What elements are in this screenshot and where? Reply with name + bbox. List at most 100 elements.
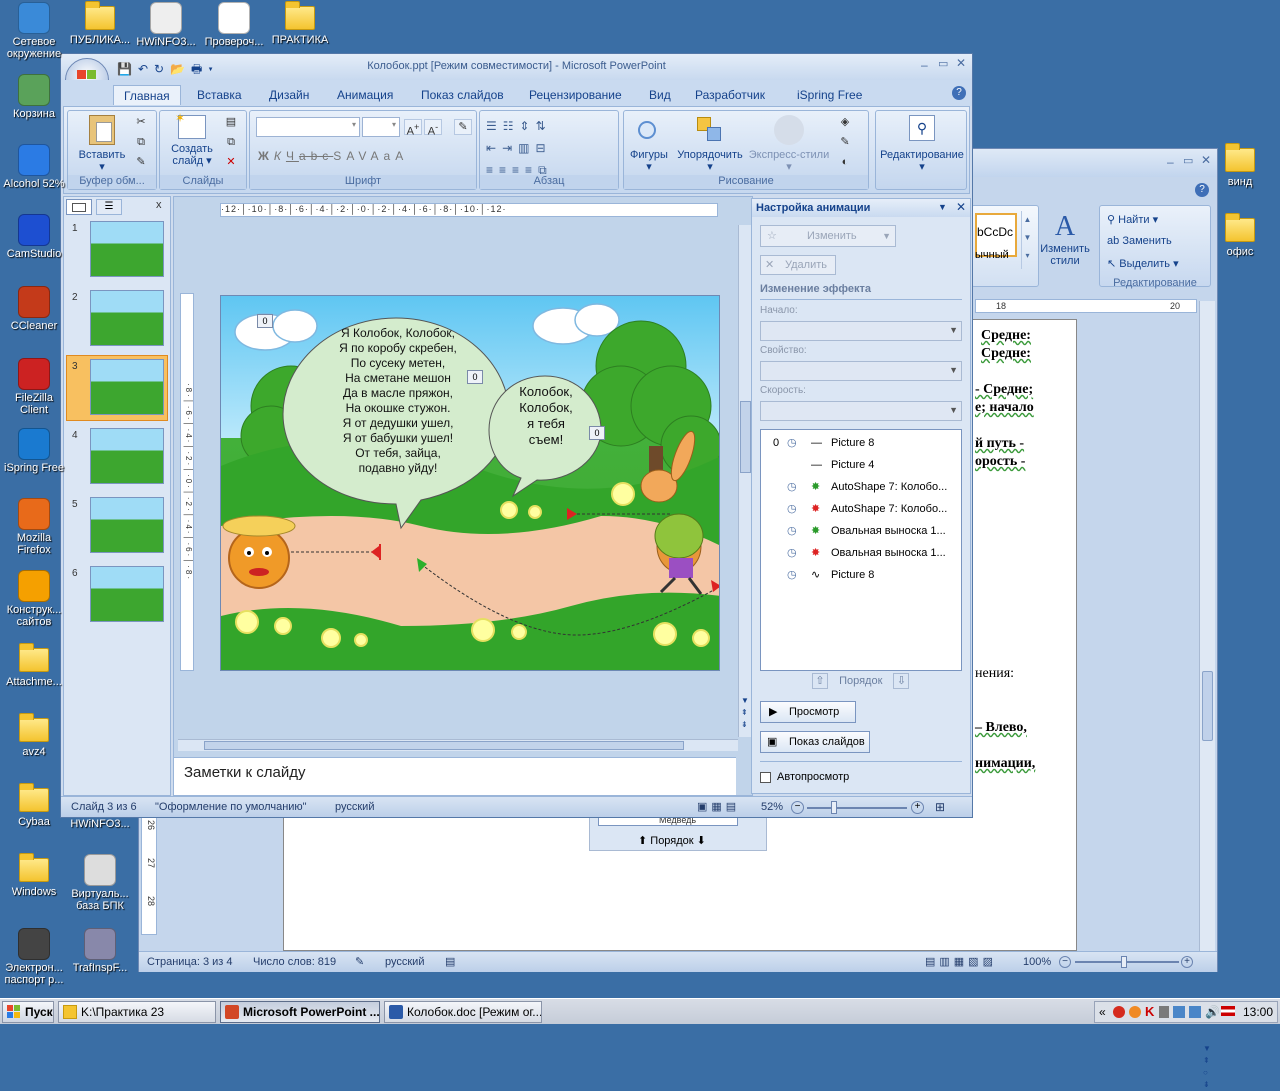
font-size-combo[interactable]: ▾	[362, 117, 400, 137]
slide-thumbnail[interactable]	[90, 359, 164, 415]
tab-7[interactable]: Разработчик	[685, 85, 775, 105]
tab-1[interactable]: Вставка	[187, 85, 252, 105]
animation-tag[interactable]: 0	[467, 370, 483, 384]
numbering-icon[interactable]: ☷	[503, 119, 520, 133]
change-styles-button[interactable]: A Изменить стили	[1039, 211, 1091, 267]
spacing-icon[interactable]: AV	[346, 149, 370, 163]
shrink-font-icon[interactable]: A-	[424, 119, 442, 138]
taskbar-explorer[interactable]: K:\Практика 23	[58, 1001, 216, 1023]
close-icon[interactable]: ✕	[1201, 153, 1211, 167]
line-spacing-icon[interactable]: ⇕	[520, 119, 536, 133]
tab-2[interactable]: Дизайн	[259, 85, 319, 105]
layout-icon[interactable]: ▤	[222, 115, 240, 131]
animation-item[interactable]: 0 ◷ — Picture 8	[767, 432, 957, 454]
move-up-icon[interactable]: ⇧	[812, 673, 828, 689]
animation-item[interactable]: ◷ ✸ AutoShape 7: Колобо...	[767, 476, 957, 498]
animation-list[interactable]: 0 ◷ — Picture 8 — Picture 4 ◷ ✸ AutoShape 7: Кол…	[760, 429, 962, 671]
desktop-icon[interactable]: Провероч...	[200, 2, 268, 48]
slide-thumbnail[interactable]	[90, 428, 164, 484]
tab-4[interactable]: Показ слайдов	[411, 85, 514, 105]
slideshow-button[interactable]: ▣ Показ слайдов	[760, 731, 870, 753]
preview-button[interactable]: ▶ Просмотр	[760, 701, 856, 723]
animation-tag[interactable]: 0	[589, 426, 605, 440]
tray-usb-icon[interactable]	[1159, 1006, 1169, 1018]
case-icon[interactable]: Aa	[371, 149, 396, 163]
text-direction-icon[interactable]: ⇅	[536, 119, 552, 133]
word-lang-status[interactable]: русский	[385, 952, 424, 972]
tray-flag-icon[interactable]	[1221, 1006, 1235, 1016]
new-slide-button[interactable]: ✶ Создать слайд ▾	[162, 112, 222, 167]
zoom-level[interactable]: 52%	[761, 798, 783, 816]
font-color-icon[interactable]: A	[395, 149, 408, 163]
desktop-icon[interactable]: Сетевое окружение	[0, 2, 68, 60]
close-icon[interactable]: ✕	[956, 56, 966, 70]
outline-icon[interactable]: ✎	[836, 135, 854, 151]
font-name-combo[interactable]: ▾	[256, 117, 360, 137]
desktop-icon[interactable]: CCleaner	[0, 286, 68, 332]
bold-icon[interactable]: Ж	[258, 149, 274, 163]
slide-thumbnail[interactable]	[90, 566, 164, 622]
desktop-icon[interactable]: Корзина	[0, 74, 68, 120]
shadow-icon[interactable]: S	[333, 149, 346, 163]
zoom-thumb[interactable]	[831, 801, 837, 814]
change-effect-button[interactable]: ☆ Изменить ▼	[760, 225, 896, 247]
italic-icon[interactable]: К	[274, 149, 286, 163]
tab-3[interactable]: Анимация	[327, 85, 403, 105]
slide-thumbnail[interactable]	[90, 497, 164, 553]
copy-icon[interactable]: ⧉	[132, 135, 150, 151]
animation-item[interactable]: ◷ ✸ Овальная выноска 1...	[767, 520, 957, 542]
theme-name[interactable]: "Оформление по умолчанию"	[155, 798, 307, 816]
paste-button[interactable]: Вставить ▾	[72, 115, 132, 173]
decrease-indent-icon[interactable]: ⇤	[486, 141, 502, 155]
clock[interactable]: 13:00	[1243, 1005, 1273, 1019]
increase-indent-icon[interactable]: ⇥	[502, 141, 518, 155]
move-down-icon[interactable]: ⇩	[893, 673, 910, 689]
desktop-icon[interactable]: avz4	[0, 713, 68, 758]
quick-styles-button[interactable]: Экспресс-стили ▾	[748, 115, 830, 173]
tab-5[interactable]: Рецензирование	[519, 85, 632, 105]
tray-volume-icon[interactable]: 🔊	[1205, 1005, 1220, 1019]
font-format-buttons[interactable]: ЖКЧabcSAVAaA	[258, 149, 408, 163]
animation-item[interactable]: ◷ ✸ AutoShape 7: Колобо...	[767, 498, 957, 520]
taskbar-word[interactable]: Колобок.doc [Режим ог...	[384, 1001, 542, 1023]
animation-item[interactable]: — Picture 4	[767, 454, 957, 476]
word-count-status[interactable]: Число слов: 819	[253, 952, 336, 972]
tray-expand-icon[interactable]: «	[1099, 1005, 1106, 1019]
reset-icon[interactable]: ⧉	[222, 135, 240, 151]
word-page-status[interactable]: Страница: 3 из 4	[147, 952, 233, 972]
animation-tag[interactable]: 0	[257, 314, 273, 328]
zoom-thumb[interactable]	[1121, 956, 1127, 968]
slide-editor[interactable]: ·12·│·10·│·8·│·6·│·4·│·2·│·0·│·2·│·4·│·6…	[173, 196, 753, 796]
tab-0[interactable]: Главная	[113, 85, 181, 105]
desktop-icon[interactable]: Attachme...	[0, 643, 68, 688]
format-painter-icon[interactable]: ✎	[132, 155, 150, 171]
align-text-icon[interactable]: ⊟	[535, 141, 551, 155]
desktop-icon[interactable]: Alcohol 52%	[0, 144, 68, 190]
zoom-in-icon[interactable]: +	[1181, 956, 1193, 968]
taskbar-powerpoint[interactable]: Microsoft PowerPoint ...	[220, 1001, 380, 1023]
desktop-icon[interactable]: HWiNFO3...	[66, 818, 134, 830]
desktop-icon[interactable]: Конструк... сайтов	[0, 570, 68, 628]
language-status[interactable]: русский	[335, 798, 374, 816]
macro-icon[interactable]: ▤	[445, 952, 455, 972]
pane-menu-icon[interactable]: ▼	[938, 202, 947, 212]
maximize-icon[interactable]: ▭	[1183, 154, 1193, 167]
minimize-icon[interactable]: ‒	[1167, 155, 1174, 169]
animation-item[interactable]: ◷ ✸ Овальная выноска 1...	[767, 542, 957, 564]
grow-font-icon[interactable]: A+	[404, 119, 422, 138]
property-dropdown[interactable]	[760, 361, 962, 381]
start-button[interactable]: Пуск	[2, 1001, 54, 1023]
autopreview-checkbox[interactable]: Автопросмотр	[760, 771, 849, 783]
select-button[interactable]: ↖ Выделить ▾	[1107, 257, 1179, 270]
pane-close-icon[interactable]: ✕	[956, 200, 966, 214]
zoom-slider[interactable]	[1075, 961, 1179, 963]
arrange-button[interactable]: Упорядочить ▾	[672, 115, 748, 173]
slide-canvas[interactable]: Я Колобок, Колобок, Я по коробу скребен, П…	[220, 295, 720, 671]
animation-item[interactable]: ◷ ∿ Picture 8	[767, 564, 957, 586]
powerpoint-window[interactable]: 💾↶↻📂🖶▾ Колобок.ppt [Режим совместимости]…	[60, 53, 973, 818]
proof-icon[interactable]: ✎	[355, 952, 364, 972]
shapes-button[interactable]: Фигуры ▾	[626, 115, 672, 173]
find-button[interactable]: ⚲ Найти ▾	[1107, 213, 1158, 226]
vertical-scrollbar[interactable]: ▼ ⇞ ○ ⇟	[1199, 301, 1215, 1089]
slides-tab[interactable]	[66, 199, 92, 215]
